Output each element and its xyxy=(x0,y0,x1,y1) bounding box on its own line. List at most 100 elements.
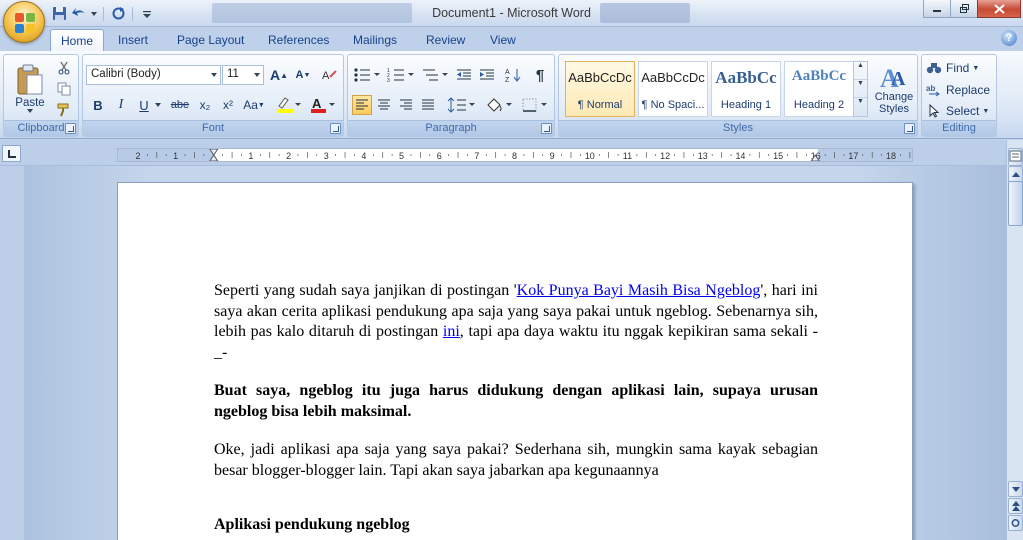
underline-dropdown-icon[interactable] xyxy=(153,95,163,115)
tab-mailings[interactable]: Mailings xyxy=(343,31,407,51)
section-heading[interactable]: Aplikasi pendukung ngeblog xyxy=(214,515,818,536)
grow-font-button[interactable]: A ▲ xyxy=(269,65,289,85)
text-highlight-button[interactable] xyxy=(273,95,303,115)
align-left-icon[interactable] xyxy=(352,95,372,115)
gallery-up-icon[interactable]: ▲ xyxy=(854,62,867,80)
ribbon: Paste Clipboard Calibri (Body) 11 A ▲ A ▼ … xyxy=(0,51,1023,139)
align-center-icon[interactable] xyxy=(374,95,394,115)
close-button[interactable] xyxy=(977,0,1021,18)
shrink-font-button[interactable]: A ▼ xyxy=(293,65,313,85)
decrease-indent-icon[interactable] xyxy=(454,65,474,85)
font-color-icon: A xyxy=(311,96,335,113)
replace-button[interactable]: ab Replace xyxy=(926,80,996,100)
scroll-down-icon xyxy=(1012,487,1020,492)
paragraph-group: 123 AZ ¶ Paragraph xyxy=(347,54,555,137)
horizontal-ruler[interactable]: 21123456789101112131415161718 xyxy=(117,148,913,162)
borders-icon xyxy=(522,98,547,112)
ruler-label: 18 xyxy=(886,151,896,161)
scroll-up-button[interactable] xyxy=(1008,166,1023,182)
clipboard-launcher-icon[interactable] xyxy=(65,123,76,134)
show-formatting-marks-icon[interactable]: ¶ xyxy=(530,65,550,85)
tab-review[interactable]: Review xyxy=(416,31,475,51)
align-right-icon[interactable] xyxy=(396,95,416,115)
scroll-down-button[interactable] xyxy=(1008,481,1023,497)
strikethrough-button[interactable]: abe xyxy=(167,95,193,115)
minimize-button[interactable] xyxy=(923,0,951,18)
paste-button[interactable]: Paste xyxy=(8,57,52,119)
bullets-button[interactable] xyxy=(352,65,382,85)
style-normal[interactable]: AaBbCcDc ¶ Normal xyxy=(565,61,635,117)
subscript-button[interactable]: x₂ xyxy=(195,95,215,115)
find-button[interactable]: Find ▼ xyxy=(926,58,996,78)
paragraph-2[interactable]: Buat saya, ngeblog itu juga harus diduku… xyxy=(214,381,818,422)
view-ruler-icon[interactable] xyxy=(1008,148,1023,166)
tab-references[interactable]: References xyxy=(258,31,339,51)
font-color-button[interactable]: A xyxy=(307,95,337,115)
tab-insert[interactable]: Insert xyxy=(108,31,158,51)
paragraph-launcher-icon[interactable] xyxy=(541,123,552,134)
borders-button[interactable] xyxy=(520,95,550,115)
office-button[interactable] xyxy=(3,1,45,43)
window-title: Document1 - Microsoft Word xyxy=(432,6,591,20)
multilevel-list-button[interactable] xyxy=(420,65,450,85)
paragraph-3[interactable]: Oke, jadi aplikasi apa saja yang saya pa… xyxy=(214,440,818,481)
tab-home[interactable]: Home xyxy=(50,29,105,51)
sort-icon[interactable]: AZ xyxy=(503,65,523,85)
svg-text:ab: ab xyxy=(926,84,935,93)
superscript-button[interactable]: x² xyxy=(218,95,238,115)
underline-button[interactable]: U xyxy=(134,95,154,115)
format-painter-icon[interactable] xyxy=(54,100,74,120)
style-heading-1-name: Heading 1 xyxy=(720,99,772,111)
binoculars-icon xyxy=(926,63,942,74)
shading-button[interactable] xyxy=(484,95,514,115)
restore-button[interactable] xyxy=(950,0,978,18)
ruler-label: 10 xyxy=(585,151,595,161)
svg-text:A: A xyxy=(891,68,906,90)
font-size-combo[interactable]: 11 xyxy=(222,65,264,85)
copy-icon[interactable] xyxy=(54,79,74,99)
increase-indent-icon[interactable] xyxy=(477,65,497,85)
numbering-button[interactable]: 123 xyxy=(386,65,416,85)
previous-page-button[interactable] xyxy=(1008,498,1023,514)
svg-text:A: A xyxy=(322,70,330,82)
find-label: Find xyxy=(946,61,970,75)
style-no-spacing[interactable]: AaBbCcDc ¶ No Spaci... xyxy=(638,61,708,117)
font-name-combo[interactable]: Calibri (Body) xyxy=(86,65,221,85)
select-button[interactable]: Select ▼ xyxy=(926,101,996,121)
ruler-label: 3 xyxy=(324,151,329,161)
select-browse-object-button[interactable] xyxy=(1008,515,1023,531)
document-page[interactable]: Seperti yang sudah saya janjikan di post… xyxy=(117,182,913,540)
scrollbar-thumb[interactable] xyxy=(1008,181,1023,226)
highlighter-icon xyxy=(277,97,301,113)
document-body[interactable]: Seperti yang sudah saya janjikan di post… xyxy=(214,281,818,540)
window-controls xyxy=(923,0,1021,18)
link-ini[interactable]: ini xyxy=(443,323,460,340)
help-icon[interactable]: ? xyxy=(1001,30,1017,46)
ruler-label: 5 xyxy=(399,151,404,161)
change-styles-button[interactable]: AA Change Styles xyxy=(871,57,917,119)
line-spacing-button[interactable] xyxy=(446,95,476,115)
clear-formatting-icon[interactable]: A xyxy=(319,65,339,85)
paragraph-1[interactable]: Seperti yang sudah saya janjikan di post… xyxy=(214,281,818,363)
italic-button[interactable]: I xyxy=(111,95,131,115)
hanging-indent-marker[interactable] xyxy=(209,154,219,161)
ruler-label: 1 xyxy=(173,151,178,161)
style-heading-2[interactable]: AaBbCc Heading 2 xyxy=(784,61,854,117)
gallery-more-icon[interactable]: ▼ xyxy=(854,98,867,116)
chevron-down-icon xyxy=(211,73,217,77)
tab-stop-selector[interactable] xyxy=(2,145,21,162)
paste-label: Paste xyxy=(15,96,45,109)
styles-launcher-icon[interactable] xyxy=(904,123,915,134)
vertical-scrollbar[interactable] xyxy=(1006,140,1023,540)
link-kok-punya-bayi[interactable]: Kok Punya Bayi Masih Bisa Ngeblog xyxy=(517,282,761,299)
tab-view[interactable]: View xyxy=(480,31,526,51)
style-heading-1[interactable]: AaBbCc Heading 1 xyxy=(711,61,781,117)
change-case-button[interactable]: Aa ▼ xyxy=(241,95,267,115)
styles-gallery-scroll[interactable]: ▲ ▼ ▼ xyxy=(853,61,868,117)
tab-page-layout[interactable]: Page Layout xyxy=(167,31,254,51)
cut-icon[interactable] xyxy=(54,58,74,78)
font-launcher-icon[interactable] xyxy=(330,123,341,134)
gallery-down-icon[interactable]: ▼ xyxy=(854,80,867,98)
justify-icon[interactable] xyxy=(418,95,438,115)
bold-button[interactable]: B xyxy=(88,95,108,115)
